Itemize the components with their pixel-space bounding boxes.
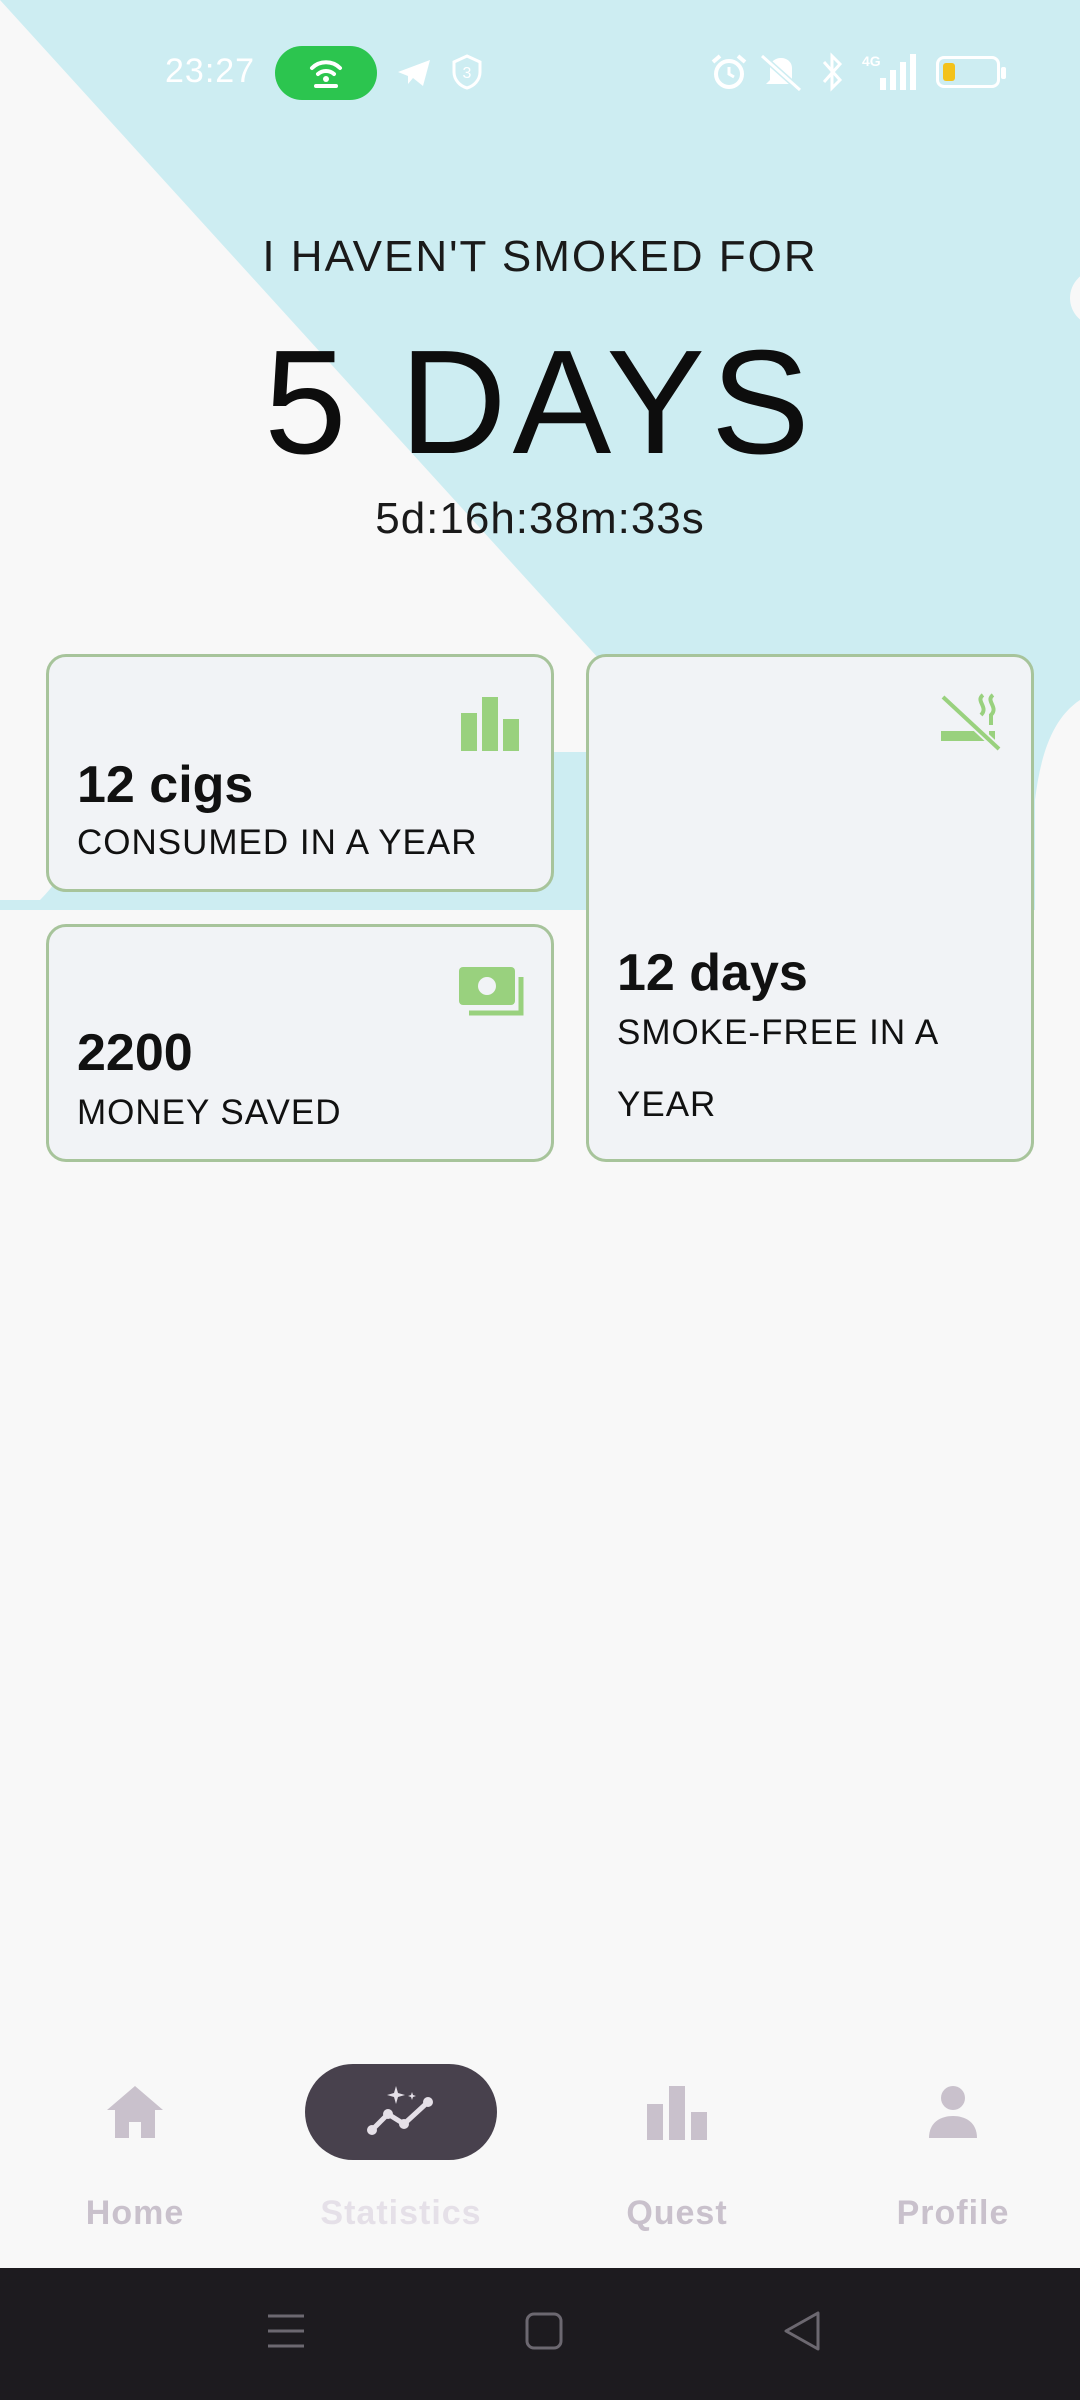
battery-icon [936, 56, 1006, 88]
smoke-free-caption: SMOKE-FREE IN A YEAR [617, 1013, 938, 1124]
svg-text:4G: 4G [862, 53, 881, 69]
bar-chart-icon [461, 697, 519, 751]
no-smoking-icon [940, 693, 1002, 752]
back-triangle-icon[interactable] [782, 2308, 822, 2354]
status-bar: 23:27 3 4G [0, 0, 1080, 140]
nav-label-home: Home [85, 2194, 185, 2232]
menu-icon[interactable] [266, 2308, 306, 2354]
money-value: 2200 [77, 1024, 193, 1082]
smoke-free-card[interactable]: 12 days SMOKE-FREE IN A YEAR [586, 654, 1034, 1162]
consumed-card[interactable]: 12 cigs CONSUMED IN A YEAR [46, 654, 554, 892]
home-square-icon[interactable] [524, 2308, 564, 2354]
nav-item-home[interactable]: Home [0, 2030, 270, 2268]
nav-item-quest[interactable]: Quest [542, 2030, 812, 2268]
signal-4g-icon: 4G [862, 53, 916, 90]
bluetooth-icon [822, 52, 843, 92]
mute-icon [759, 53, 803, 92]
consumed-caption: CONSUMED IN A YEAR [77, 823, 478, 862]
elapsed-timer: 5d:16h:38m:33s [375, 494, 705, 543]
smoke-free-value: 12 days [617, 944, 808, 1002]
nav-label-profile: Profile [896, 2194, 1010, 2232]
nav-item-profile[interactable]: Profile [818, 2030, 1080, 2268]
alarm-icon [711, 54, 747, 89]
nav-label-statistics: Statistics [320, 2194, 482, 2232]
hotspot-icon [275, 46, 377, 100]
profile-icon [929, 2086, 977, 2138]
telegram-icon [398, 60, 430, 86]
nav-item-statistics[interactable]: Statistics [266, 2030, 536, 2268]
consumed-value: 12 cigs [77, 756, 254, 814]
nav-label-quest: Quest [626, 2194, 728, 2232]
shield-icon: 3 [452, 54, 482, 90]
money-icon [459, 967, 524, 1016]
money-caption: MONEY SAVED [77, 1093, 342, 1132]
system-nav-bar [0, 2268, 1080, 2400]
svg-text:3: 3 [463, 65, 472, 82]
hero-label: I HAVEN'T SMOKED FOR [262, 232, 818, 281]
bottom-nav: Home Statistics Quest Profile [0, 2030, 1080, 2268]
money-card[interactable]: 2200 MONEY SAVED [46, 924, 554, 1162]
home-icon [107, 2086, 163, 2138]
quest-bar-icon [647, 2086, 707, 2140]
days-counter: 5 DAYS [264, 320, 816, 485]
status-time: 23:27 [165, 52, 256, 90]
statistics-icon [367, 2086, 433, 2135]
